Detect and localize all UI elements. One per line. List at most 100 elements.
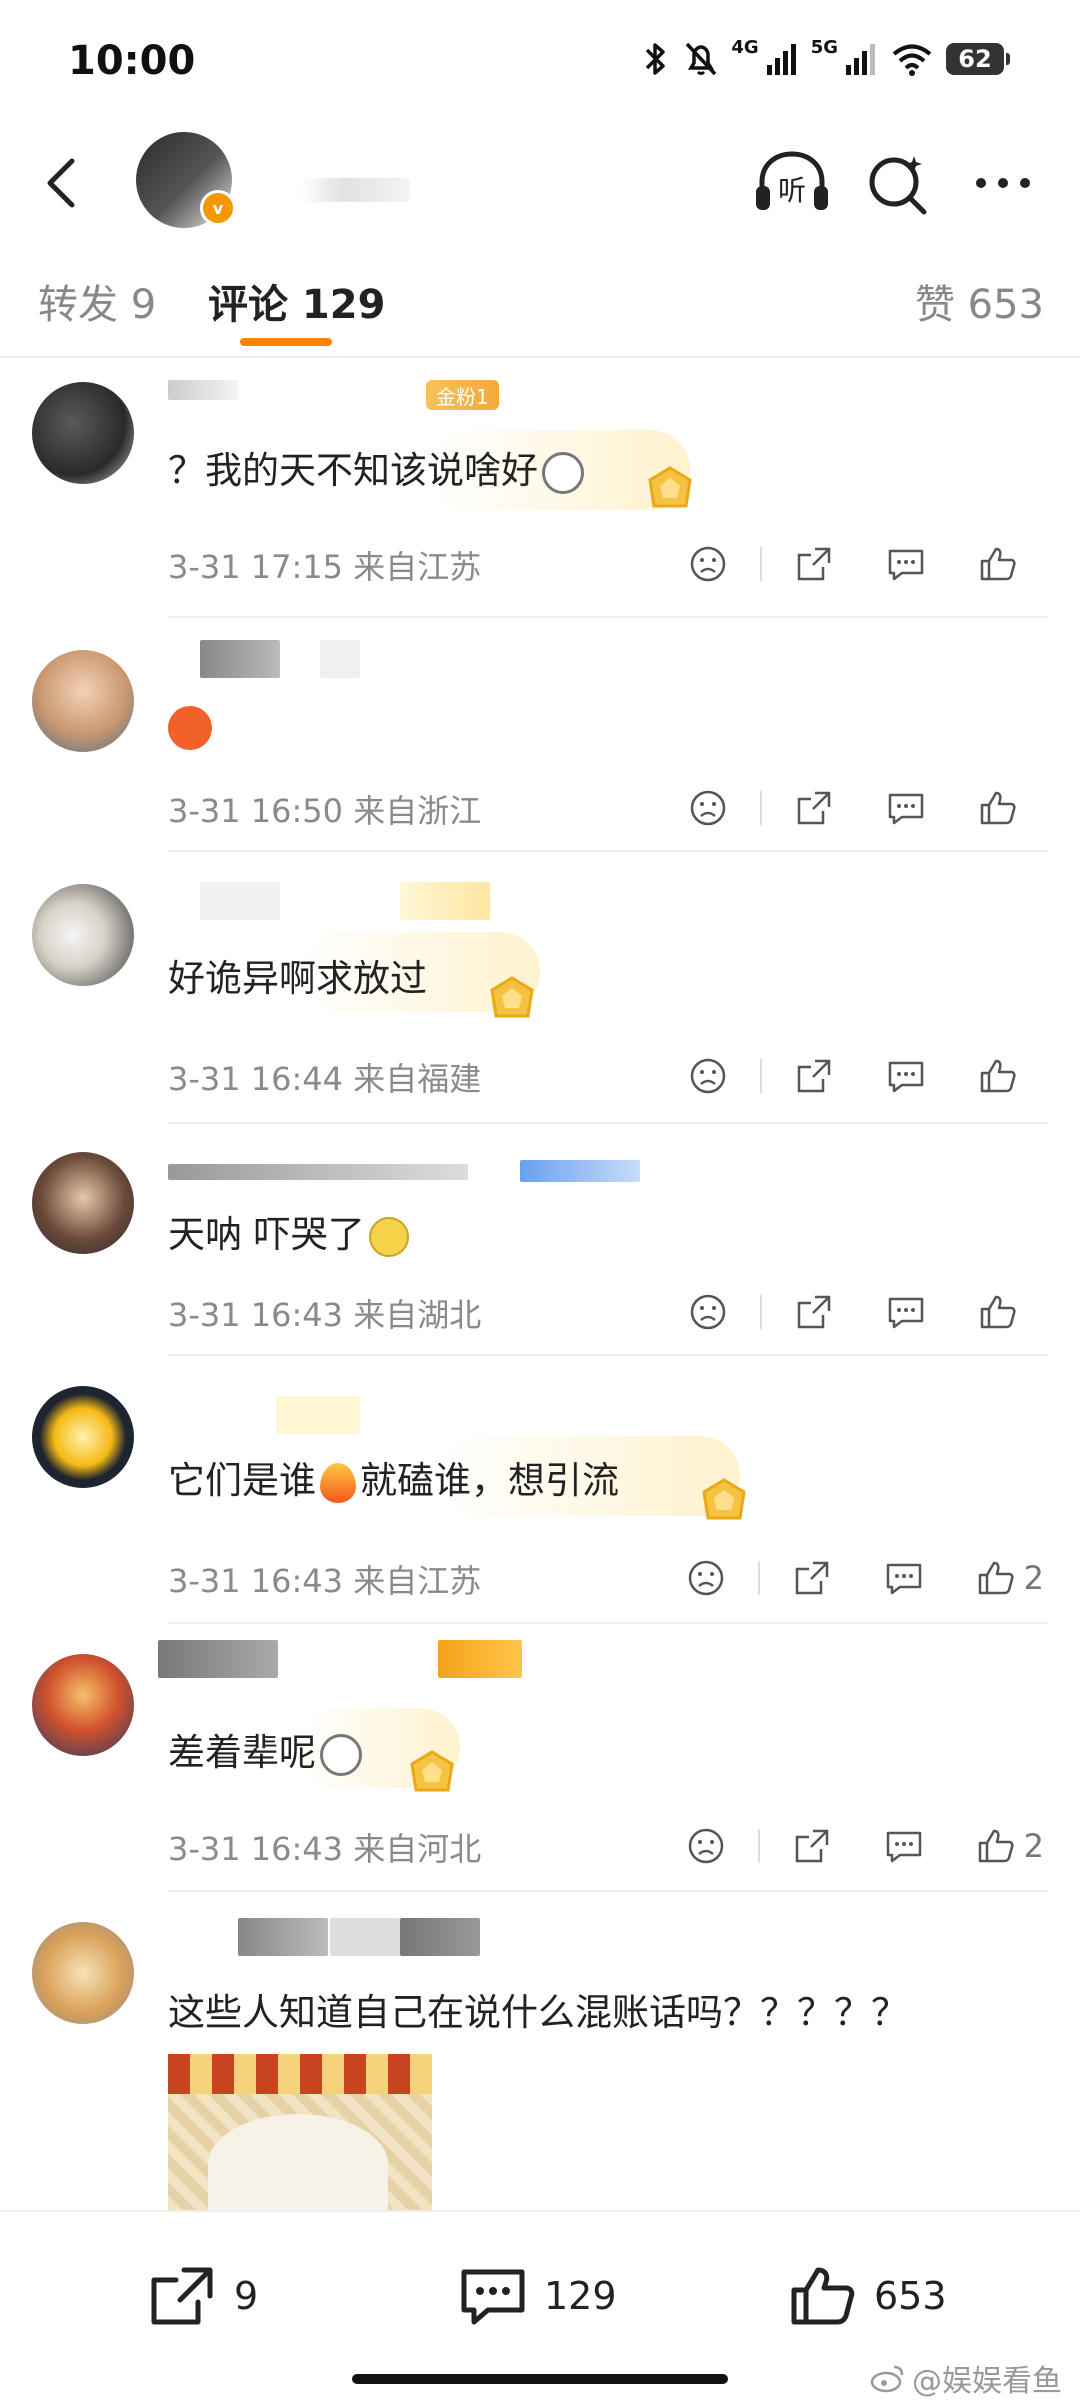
emoji-icon — [320, 1733, 362, 1776]
author-name-blurred — [300, 178, 410, 202]
reply-button[interactable] — [860, 778, 952, 838]
like-post-button[interactable]: 653 — [788, 2264, 947, 2328]
like-button[interactable] — [952, 1046, 1044, 1106]
share-icon — [797, 1059, 831, 1093]
more-dots-icon — [976, 178, 1030, 188]
comment-meta: 3-31 16:43 来自河北 — [168, 1830, 482, 1868]
comment-actions — [662, 1282, 1044, 1342]
watermark: @娱娱看鱼 — [870, 2356, 1062, 2400]
comment-count: 129 — [544, 2274, 617, 2318]
action-separator — [760, 547, 762, 581]
share-button[interactable] — [766, 1548, 858, 1608]
commenter-avatar[interactable] — [32, 1922, 134, 2024]
author-avatar[interactable]: v — [136, 132, 236, 228]
like-button[interactable]: 2 — [950, 1548, 1044, 1608]
share-icon — [797, 1295, 831, 1329]
comment-actions: 2 — [660, 1548, 1044, 1608]
tab-reposts[interactable]: 转发 9 — [38, 272, 156, 330]
watermark-text: @娱娱看鱼 — [912, 2364, 1062, 2399]
reply-button[interactable] — [860, 1046, 952, 1106]
like-button[interactable]: 2 — [950, 1816, 1044, 1876]
comment-bubble-icon — [886, 1563, 921, 1595]
active-tab-indicator — [240, 338, 332, 346]
more-button[interactable] — [968, 148, 1038, 218]
commenter-name-blurred — [438, 1640, 522, 1678]
like-count: 2 — [1023, 1559, 1044, 1597]
signal-icon — [766, 44, 796, 75]
comment-divider — [168, 1122, 1048, 1124]
gold-medal-icon — [648, 466, 692, 508]
commenter-name-blurred — [200, 882, 280, 920]
dislike-button[interactable] — [662, 534, 754, 594]
sad-face-icon — [690, 1294, 726, 1330]
comment-button[interactable]: 129 — [458, 2264, 617, 2328]
commenter-avatar[interactable] — [32, 650, 134, 752]
sad-face-icon — [690, 790, 726, 826]
comment-meta: 3-31 16:44 来自福建 — [168, 1060, 482, 1098]
comment-bubble-icon — [888, 549, 924, 581]
commenter-avatar[interactable] — [32, 1654, 134, 1756]
share-icon — [797, 791, 831, 825]
commenter-avatar[interactable] — [32, 884, 134, 986]
gold-medal-icon — [410, 1750, 454, 1792]
share-button[interactable] — [768, 1046, 860, 1106]
like-button[interactable] — [952, 778, 1044, 838]
thumbs-up-icon — [978, 1829, 1014, 1863]
status-bar: 10:00 4G 5G 62 — [0, 0, 1080, 128]
comment-meta: 3-31 17:15 来自江苏 — [168, 548, 482, 586]
commenter-name-blurred — [158, 1640, 278, 1678]
comment-actions — [662, 1046, 1044, 1106]
share-button[interactable] — [768, 778, 860, 838]
comment-meta: 3-31 16:50 来自浙江 — [168, 792, 482, 830]
comment-text: 好诡异啊求放过 — [168, 957, 427, 1000]
emoji-icon — [368, 1216, 409, 1257]
commenter-name-blurred — [330, 1918, 400, 1956]
comment-actions: 2 — [660, 1816, 1044, 1876]
search-button[interactable] — [864, 148, 934, 218]
dislike-button[interactable] — [662, 1282, 754, 1342]
commenter-avatar[interactable] — [32, 1152, 134, 1254]
comment-divider — [168, 1354, 1048, 1356]
fan-badge: 金粉1 — [426, 380, 499, 410]
dislike-button[interactable] — [660, 1548, 752, 1608]
like-button[interactable] — [952, 1282, 1044, 1342]
signal-icon-2 — [846, 44, 875, 75]
comment-actions — [662, 534, 1044, 594]
commenter-name-blurred — [400, 882, 490, 920]
comment-image[interactable] — [168, 2054, 432, 2210]
comment-bubble-icon — [888, 1297, 924, 1329]
commenter-name-blurred — [276, 1396, 360, 1434]
tab-comments[interactable]: 评论 129 — [208, 272, 385, 330]
status-time: 10:00 — [68, 38, 196, 84]
tab-likes[interactable]: 赞 653 — [915, 272, 1044, 330]
reply-button[interactable] — [858, 1548, 950, 1608]
share-icon — [797, 547, 831, 581]
share-button[interactable] — [768, 534, 860, 594]
back-button[interactable] — [32, 148, 92, 218]
reply-button[interactable] — [860, 534, 952, 594]
like-button[interactable] — [952, 534, 1044, 594]
share-button[interactable] — [766, 1816, 858, 1876]
comment-divider — [168, 850, 1048, 852]
repost-button[interactable]: 9 — [148, 2264, 258, 2328]
reply-button[interactable] — [858, 1816, 950, 1876]
tab-bar: 转发 9 评论 129 赞 653 — [0, 238, 1080, 358]
thumbs-up-icon — [791, 2267, 855, 2325]
home-indicator[interactable] — [352, 2374, 728, 2384]
commenter-avatar[interactable] — [32, 382, 134, 484]
commenter-avatar[interactable] — [32, 1386, 134, 1488]
reply-button[interactable] — [860, 1282, 952, 1342]
wifi-icon — [892, 44, 932, 76]
thumbs-up-icon — [978, 1561, 1014, 1595]
comment-text: ？我的天不知该说啥好 — [168, 440, 584, 494]
share-button[interactable] — [768, 1282, 860, 1342]
dislike-button[interactable] — [662, 1046, 754, 1106]
commenter-name-blurred — [168, 1164, 468, 1180]
dislike-button[interactable] — [662, 778, 754, 838]
listen-button[interactable]: 听 — [752, 148, 832, 218]
dislike-button[interactable] — [660, 1816, 752, 1876]
commenter-name-blurred — [238, 1918, 328, 1956]
headphones-icon: 听 — [756, 151, 828, 210]
action-separator — [760, 1059, 762, 1093]
thumbs-up-icon — [980, 1295, 1016, 1329]
